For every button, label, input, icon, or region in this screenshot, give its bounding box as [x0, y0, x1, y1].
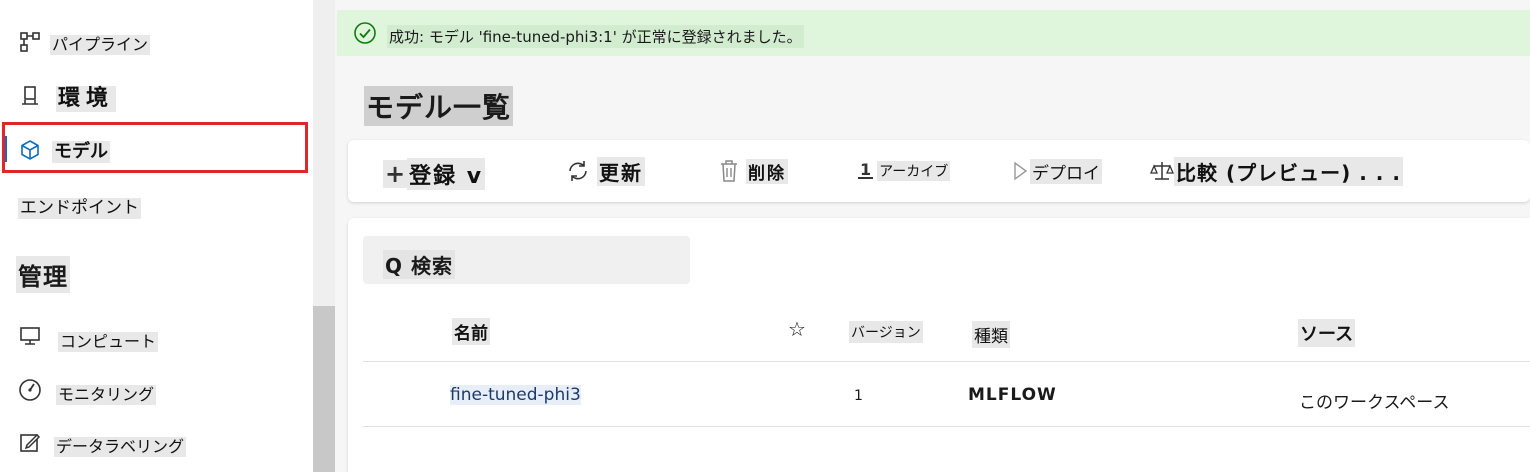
balance-scale-icon — [1150, 159, 1174, 183]
highlight-annotation-box — [2, 122, 308, 173]
model-type: MLFLOW — [968, 385, 1057, 405]
archive-label: アーカイブ — [877, 161, 951, 181]
column-header-type[interactable]: 種類 — [972, 321, 1010, 348]
model-name-link[interactable]: fine-tuned-phi3 — [450, 385, 581, 405]
archive-icon: 1 — [858, 160, 874, 179]
left-navigation: パイプライン 環境 モデル エンドポイント 管理 コンピュート モニタリング デ — [0, 0, 313, 472]
section-title-manage: 管理 — [16, 256, 70, 293]
delete-label: 削除 — [746, 158, 788, 184]
sidebar-item-environments[interactable]: 環境 — [0, 76, 313, 116]
sidebar-scrollbar-thumb[interactable] — [313, 306, 335, 472]
monitoring-icon — [18, 378, 42, 402]
favorite-star-icon[interactable]: ☆ — [786, 316, 808, 342]
sidebar-item-endpoints[interactable]: エンドポイント — [0, 186, 313, 226]
deploy-label: デプロイ — [1030, 158, 1102, 184]
sidebar-item-pipelines[interactable]: パイプライン — [0, 22, 313, 62]
sidebar-item-label: パイプライン — [50, 35, 151, 55]
refresh-label: 更新 — [597, 156, 645, 186]
sidebar-item-monitoring[interactable]: モニタリング — [0, 372, 313, 412]
sidebar-item-label: データラベリング — [54, 437, 187, 457]
model-source: このワークスペース — [1299, 393, 1450, 413]
archive-button[interactable]: 1 アーカイブ — [858, 140, 951, 202]
sidebar-item-data-labeling[interactable]: データラベリング — [0, 424, 313, 464]
success-notification: 成功: モデル 'fine-tuned-phi3:1' が正常に登録されました。 — [337, 10, 1530, 56]
compare-label: 比較 (プレビュー) . . . — [1174, 156, 1403, 186]
header-divider — [363, 361, 1530, 362]
search-box[interactable]: Q 検索 — [363, 236, 690, 284]
play-icon — [1012, 160, 1028, 182]
delete-button[interactable]: 削除 — [718, 140, 788, 202]
column-header-source[interactable]: ソース — [1298, 319, 1356, 347]
sidebar-item-compute[interactable]: コンピュート — [0, 320, 313, 360]
sidebar-item-label: コンピュート — [58, 332, 159, 352]
pipeline-icon — [18, 30, 42, 54]
refresh-button[interactable]: 更新 — [565, 140, 645, 202]
sidebar-item-label: 環境 — [56, 86, 117, 112]
compute-icon — [18, 324, 42, 348]
environment-icon — [18, 84, 42, 108]
column-header-version[interactable]: バージョン — [849, 321, 923, 343]
deploy-button[interactable]: デプロイ — [1012, 140, 1102, 202]
column-header-name[interactable]: 名前 — [452, 318, 490, 345]
page-title: モデル一覧 — [364, 86, 514, 126]
search-label: Q 検索 — [383, 250, 455, 279]
model-version: 1 — [854, 388, 863, 404]
check-circle-icon — [353, 21, 377, 45]
plus-icon: + — [383, 160, 408, 188]
row-divider — [363, 426, 1530, 427]
register-label: 登録 v — [407, 158, 486, 190]
refresh-icon — [565, 158, 591, 184]
compare-button[interactable]: 比較 (プレビュー) . . . — [1150, 140, 1403, 202]
trash-icon — [718, 159, 740, 183]
register-button[interactable]: + 登録 v — [383, 143, 486, 205]
sidebar-item-label: モニタリング — [56, 385, 157, 405]
notification-message: 成功: モデル 'fine-tuned-phi3:1' が正常に登録されました。 — [387, 25, 804, 48]
data-labeling-icon — [18, 430, 42, 454]
sidebar-item-label: エンドポイント — [18, 198, 141, 219]
